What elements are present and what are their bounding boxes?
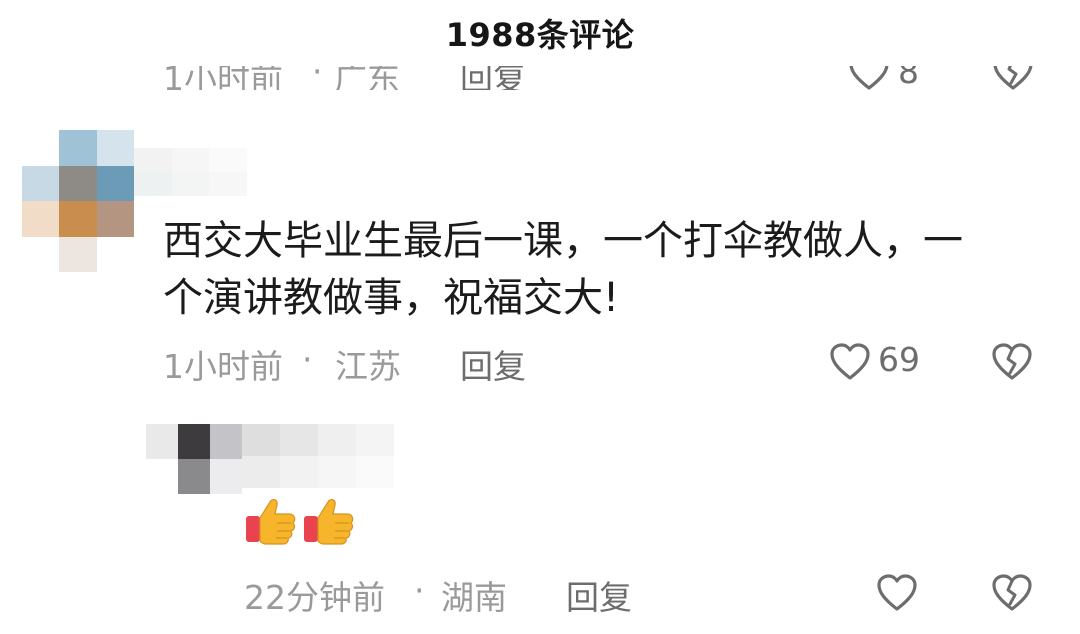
like-count: 69 — [878, 340, 920, 379]
comment-time: 1小时前 — [163, 66, 283, 90]
heart-outline-icon[interactable] — [829, 342, 871, 382]
reply-button[interactable]: 回复 — [460, 340, 526, 388]
broken-heart-icon[interactable] — [992, 66, 1034, 90]
username-blurred[interactable] — [242, 424, 394, 488]
comment-text: 西交大毕业生最后一课，一个打伞教做人，一 个演讲教做事，祝福交大! — [163, 213, 1043, 327]
comment-count-title: 1988条评论 — [445, 16, 635, 54]
comment-time: 1小时前 — [163, 347, 283, 386]
reply-button[interactable]: 回复 — [460, 66, 526, 90]
meta-separator: · — [312, 66, 323, 90]
thumbs-up-emoji-icon — [302, 494, 356, 548]
broken-heart-icon[interactable] — [991, 573, 1033, 613]
comment-location: 广东 — [334, 66, 400, 90]
avatar[interactable] — [146, 424, 242, 494]
comment-location: 湖南 — [441, 578, 507, 617]
username-blurred[interactable] — [134, 148, 284, 196]
previous-comment-meta-row: 1小时前 · 广东 回复 8 — [0, 66, 1080, 90]
comment-location: 江苏 — [335, 347, 401, 386]
meta-separator: · — [302, 340, 313, 379]
comment-text-line: 个演讲教做事，祝福交大! — [163, 275, 620, 321]
avatar[interactable] — [22, 130, 134, 272]
thumbs-up-emoji-icon — [244, 494, 298, 548]
like-count: 8 — [898, 66, 919, 90]
reply-button[interactable]: 回复 — [566, 571, 632, 619]
meta-separator: · — [414, 571, 425, 610]
comments-header: 1988条评论 — [0, 0, 1080, 66]
comment-meta-row: 22分钟前 · 湖南 回复 — [0, 571, 1080, 617]
comment-text-line: 西交大毕业生最后一课，一个打伞教做人，一 — [163, 218, 963, 264]
comment-emoji-content — [244, 494, 356, 548]
broken-heart-icon[interactable] — [991, 342, 1033, 382]
comment-time: 22分钟前 — [244, 578, 385, 617]
comment-meta-row: 1小时前 · 江苏 回复 69 — [0, 340, 1080, 386]
heart-outline-icon[interactable] — [848, 66, 890, 90]
heart-outline-icon[interactable] — [876, 573, 918, 613]
